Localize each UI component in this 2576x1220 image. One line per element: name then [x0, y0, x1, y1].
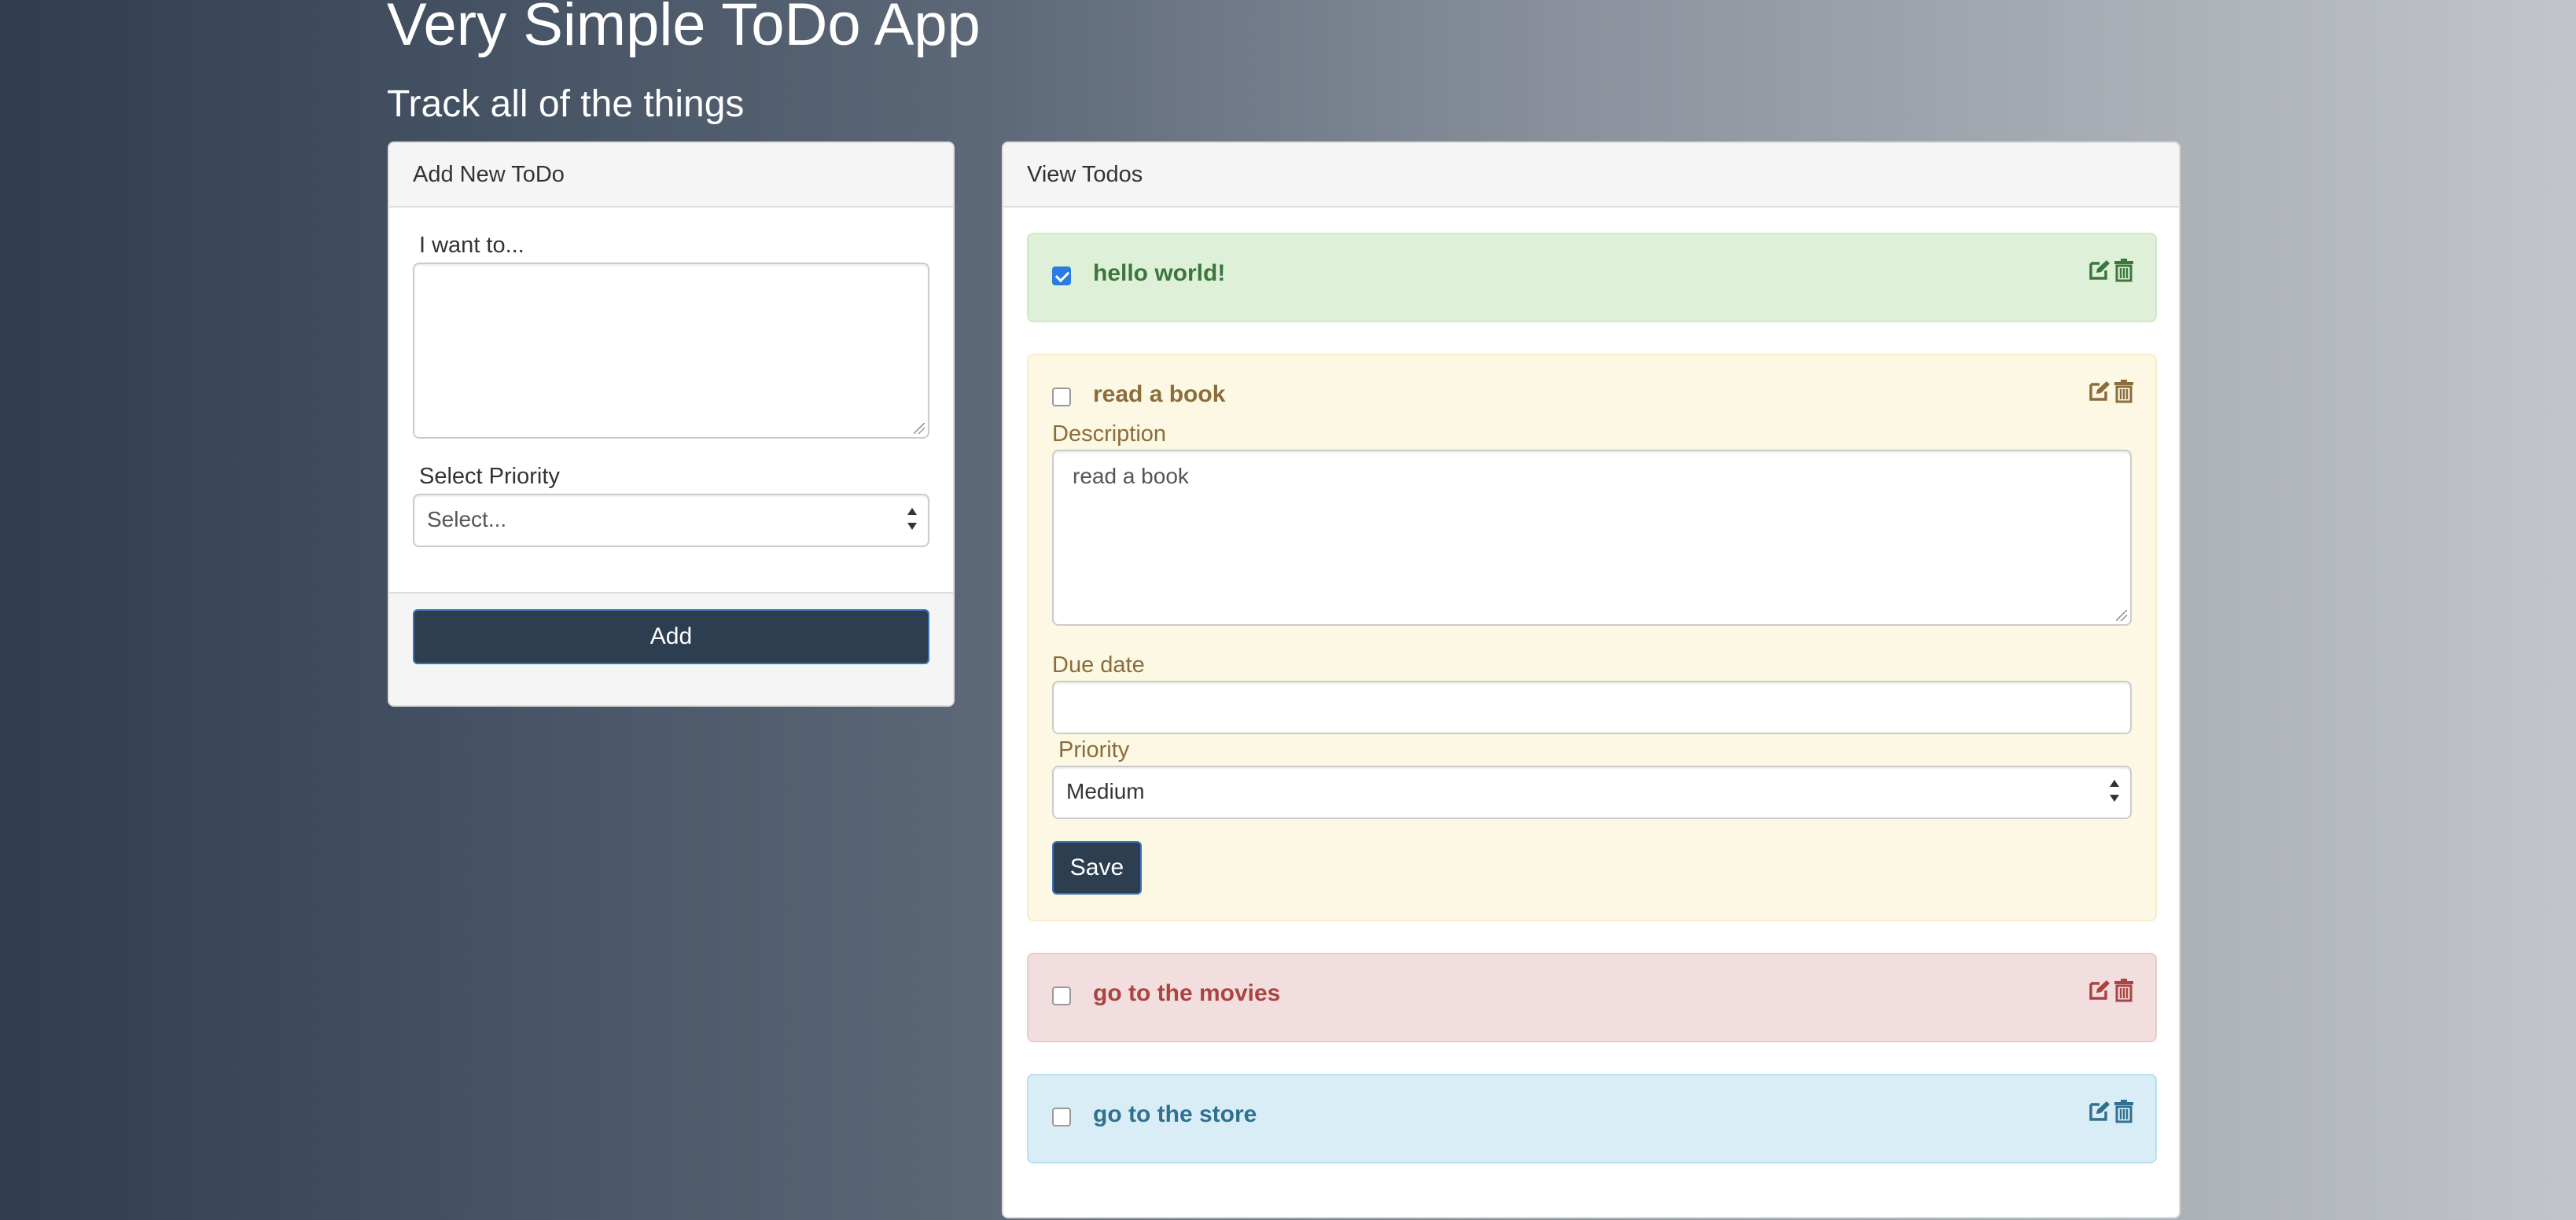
trash-icon[interactable]: [2113, 379, 2135, 404]
description-input[interactable]: read a book: [1052, 450, 2132, 626]
todo-item-expanded: read a book Description read a book Due …: [1027, 354, 2157, 921]
priority-select[interactable]: Select...: [413, 494, 929, 547]
priority-select-label: Select Priority: [419, 464, 560, 489]
resize-handle-icon[interactable]: [2116, 610, 2127, 621]
save-button[interactable]: Save: [1052, 841, 1142, 895]
edit-icon[interactable]: [2088, 258, 2111, 281]
app-subtitle: Track all of the things: [387, 83, 745, 125]
add-todo-heading: Add New ToDo: [389, 143, 953, 208]
due-date-label: Due date: [1052, 652, 1145, 678]
edit-icon[interactable]: [2088, 379, 2111, 402]
description-value: read a book: [1073, 464, 1189, 488]
add-button[interactable]: Add: [413, 609, 929, 664]
add-todo-panel: Add New ToDo I want to... Select Priorit…: [388, 141, 955, 707]
trash-icon[interactable]: [2113, 258, 2135, 283]
priority-select-value: Select...: [427, 507, 507, 531]
todo-complete-checkbox[interactable]: [1052, 1108, 1071, 1126]
todo-complete-checkbox[interactable]: [1052, 266, 1071, 285]
todo-item: hello world!: [1027, 233, 2157, 322]
select-arrows-icon: [2110, 780, 2119, 802]
description-label: Description: [1052, 421, 1167, 446]
todo-text-label: I want to...: [419, 233, 524, 258]
todo-complete-checkbox[interactable]: [1052, 987, 1071, 1005]
due-date-input[interactable]: [1052, 681, 2132, 734]
trash-icon[interactable]: [2113, 1099, 2135, 1124]
edit-icon[interactable]: [2088, 978, 2111, 1001]
add-todo-footer: Add: [389, 592, 953, 705]
app-title: Very Simple ToDo App: [387, 0, 981, 58]
todo-title[interactable]: read a book: [1093, 380, 1225, 409]
todo-item: go to the store: [1027, 1074, 2157, 1163]
select-arrows-icon: [907, 508, 917, 530]
trash-icon[interactable]: [2113, 978, 2135, 1003]
todo-text-input[interactable]: [413, 263, 929, 439]
priority-label: Priority: [1058, 737, 1130, 762]
todo-title[interactable]: go to the movies: [1093, 979, 1280, 1008]
todo-title[interactable]: go to the store: [1093, 1101, 1257, 1129]
todo-complete-checkbox[interactable]: [1052, 388, 1071, 406]
priority-select-value: Medium: [1066, 779, 1145, 803]
view-todos-panel: View Todos hello world! read a book Desc…: [1002, 141, 2180, 1218]
view-todos-heading: View Todos: [1003, 143, 2179, 208]
resize-handle-icon[interactable]: [914, 423, 925, 434]
todo-item: go to the movies: [1027, 953, 2157, 1042]
priority-select[interactable]: Medium: [1052, 766, 2132, 819]
edit-icon[interactable]: [2088, 1099, 2111, 1123]
todo-title[interactable]: hello world!: [1093, 259, 1225, 288]
